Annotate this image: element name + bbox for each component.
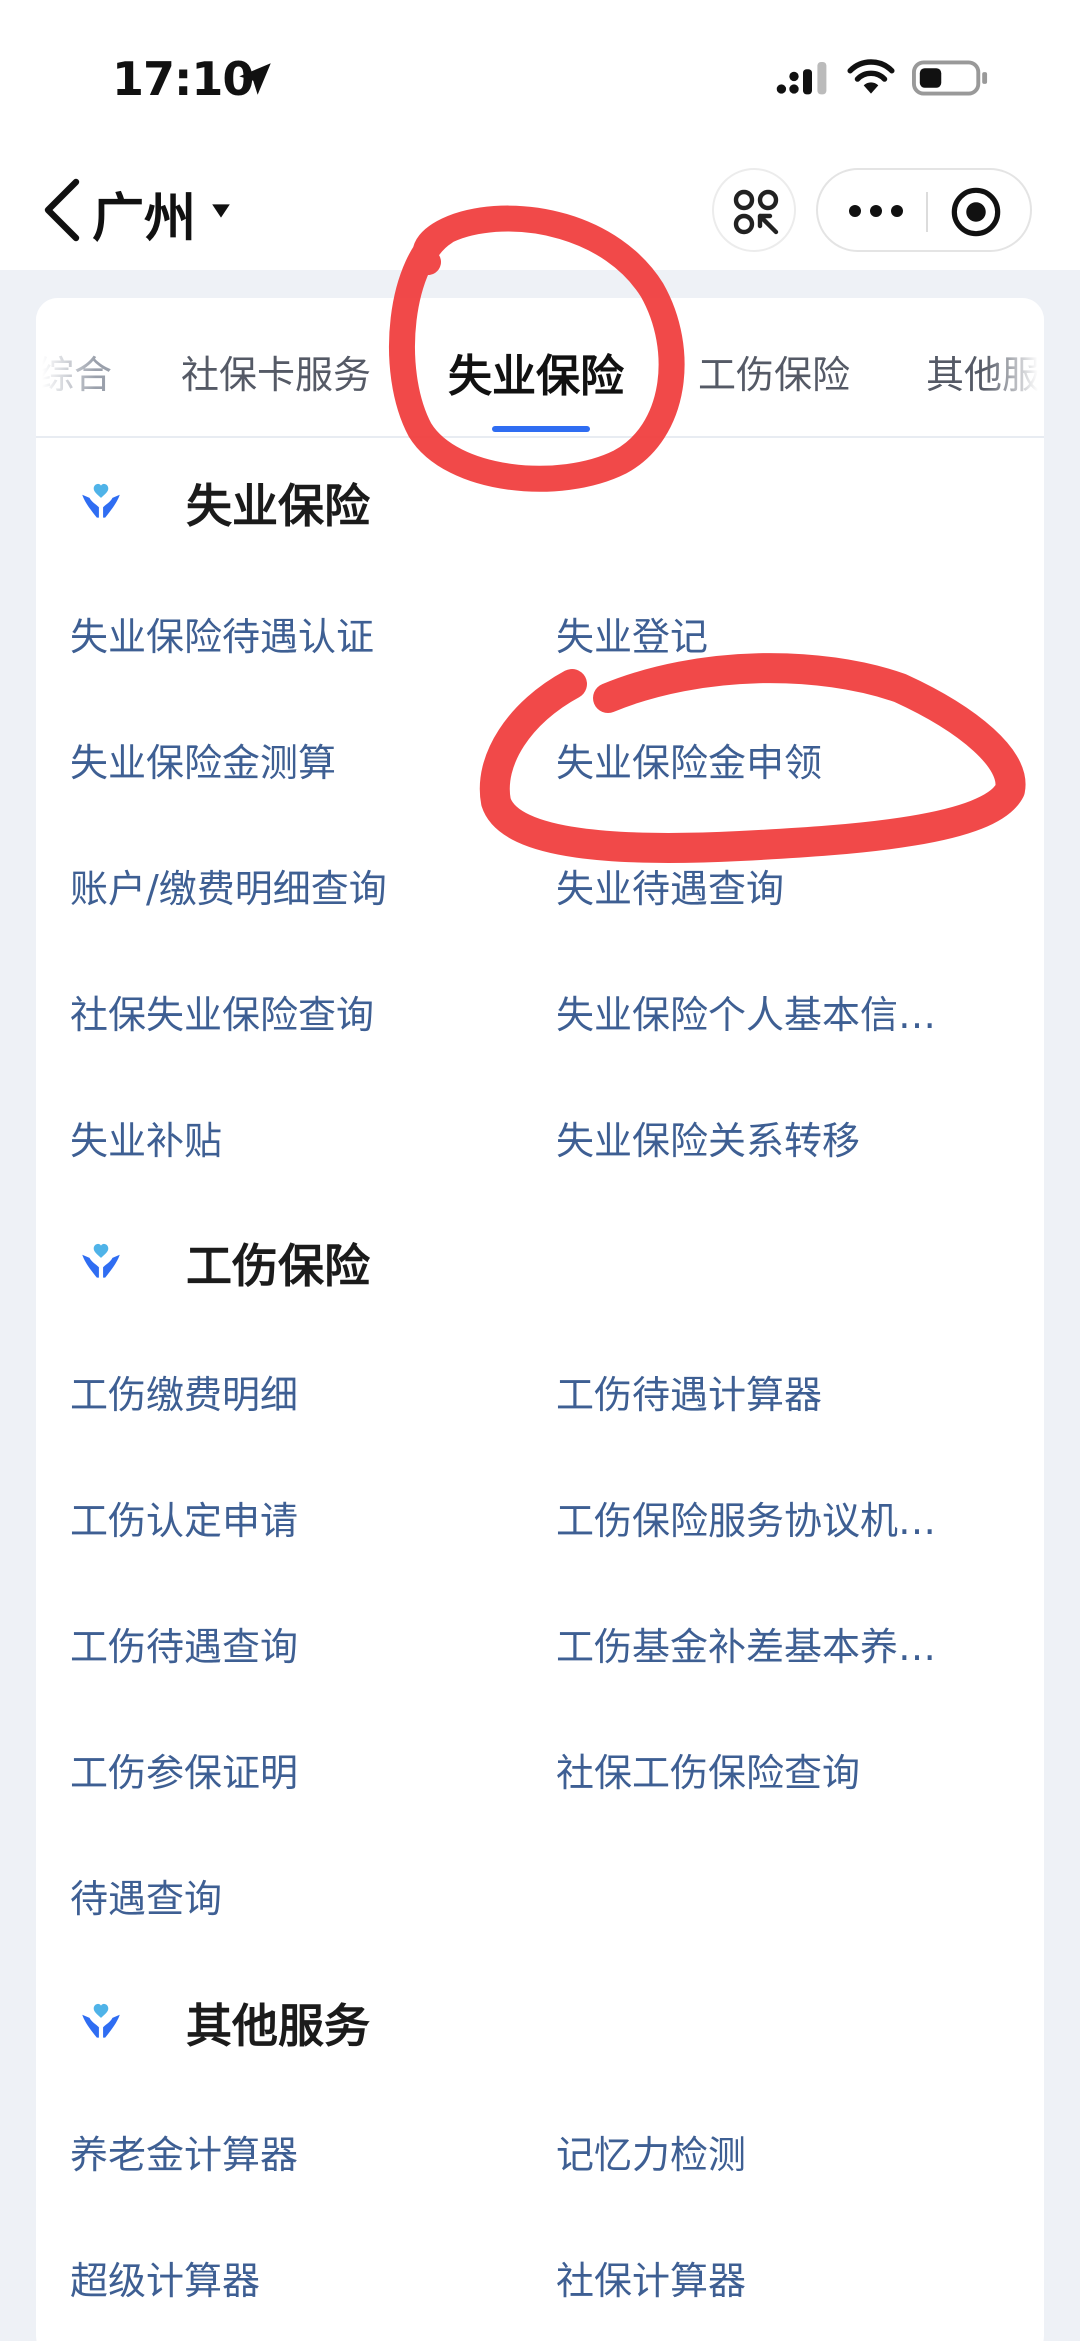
service-link[interactable]: 社保工伤保险查询 — [556, 1742, 860, 1797]
status-time: 17:10 — [112, 52, 254, 106]
hands-holding-heart-icon — [82, 483, 120, 518]
tab-work-injury-insurance[interactable]: 工伤保险 — [698, 344, 850, 399]
service-link[interactable]: 失业登记 — [556, 606, 708, 661]
tab-unemployment-insurance[interactable]: 失业保险 — [448, 340, 624, 404]
battery-icon — [912, 60, 988, 96]
service-card: 综合 社保卡服务 失业保险 工伤保险 其他服 失业保险 失业保险待遇认证 失业登… — [36, 298, 1044, 2341]
service-link[interactable]: 工伤认定申请 — [70, 1490, 298, 1545]
service-link[interactable]: 失业保险金申领 — [556, 732, 822, 787]
chevron-left-icon[interactable] — [40, 178, 84, 242]
hands-holding-heart-icon — [82, 2003, 120, 2038]
service-link[interactable]: 账户/缴费明细查询 — [70, 858, 387, 913]
capsule-divider — [926, 192, 928, 232]
service-link[interactable]: 工伤待遇计算器 — [556, 1364, 822, 1419]
status-bar: 17:10 — [0, 0, 1080, 150]
section-title: 其他服务 — [186, 1999, 370, 2053]
tab-social-security-card[interactable]: 社保卡服务 — [181, 344, 371, 399]
service-link[interactable]: 失业保险金测算 — [70, 732, 336, 787]
service-link[interactable]: 失业保险关系转移 — [556, 1110, 860, 1165]
caret-down-icon[interactable] — [210, 200, 232, 222]
service-link[interactable]: 失业保险个人基本信… — [556, 984, 936, 1039]
service-link[interactable]: 失业补贴 — [70, 1110, 222, 1165]
service-link[interactable]: 工伤缴费明细 — [70, 1364, 298, 1419]
scan-button[interactable] — [712, 168, 796, 252]
service-link[interactable]: 失业保险待遇认证 — [70, 606, 374, 661]
service-link[interactable]: 工伤基金补差基本养… — [556, 1616, 936, 1671]
tab-fade-left — [36, 298, 96, 436]
service-link[interactable]: 养老金计算器 — [70, 2124, 298, 2179]
wifi-icon — [847, 59, 895, 94]
city-selector-label[interactable]: 广州 — [92, 176, 196, 251]
scan-icon — [733, 189, 779, 235]
tab-fade-right — [984, 298, 1044, 436]
nav-bar: 广州 — [0, 150, 1080, 270]
service-link[interactable]: 失业待遇查询 — [556, 858, 784, 913]
section-title: 失业保险 — [186, 479, 370, 533]
miniprogram-capsule — [816, 168, 1032, 252]
section-title: 工伤保险 — [186, 1239, 370, 1293]
cellular-signal-icon — [776, 62, 827, 95]
service-link[interactable]: 记忆力检测 — [556, 2124, 746, 2179]
target-close-icon[interactable] — [950, 186, 1002, 238]
more-dots-icon[interactable] — [846, 196, 906, 226]
service-link[interactable]: 工伤待遇查询 — [70, 1616, 298, 1671]
location-arrow-icon — [239, 63, 271, 95]
service-link[interactable]: 超级计算器 — [70, 2250, 260, 2305]
hands-holding-heart-icon — [82, 1243, 120, 1278]
service-link[interactable]: 社保计算器 — [556, 2250, 746, 2305]
service-link[interactable]: 社保失业保险查询 — [70, 984, 374, 1039]
active-tab-indicator — [492, 426, 590, 432]
service-link[interactable]: 工伤参保证明 — [70, 1742, 298, 1797]
service-link[interactable]: 待遇查询 — [70, 1868, 222, 1923]
category-tabs: 综合 社保卡服务 失业保险 工伤保险 其他服 — [36, 298, 1044, 438]
service-link[interactable]: 工伤保险服务协议机… — [556, 1490, 936, 1545]
